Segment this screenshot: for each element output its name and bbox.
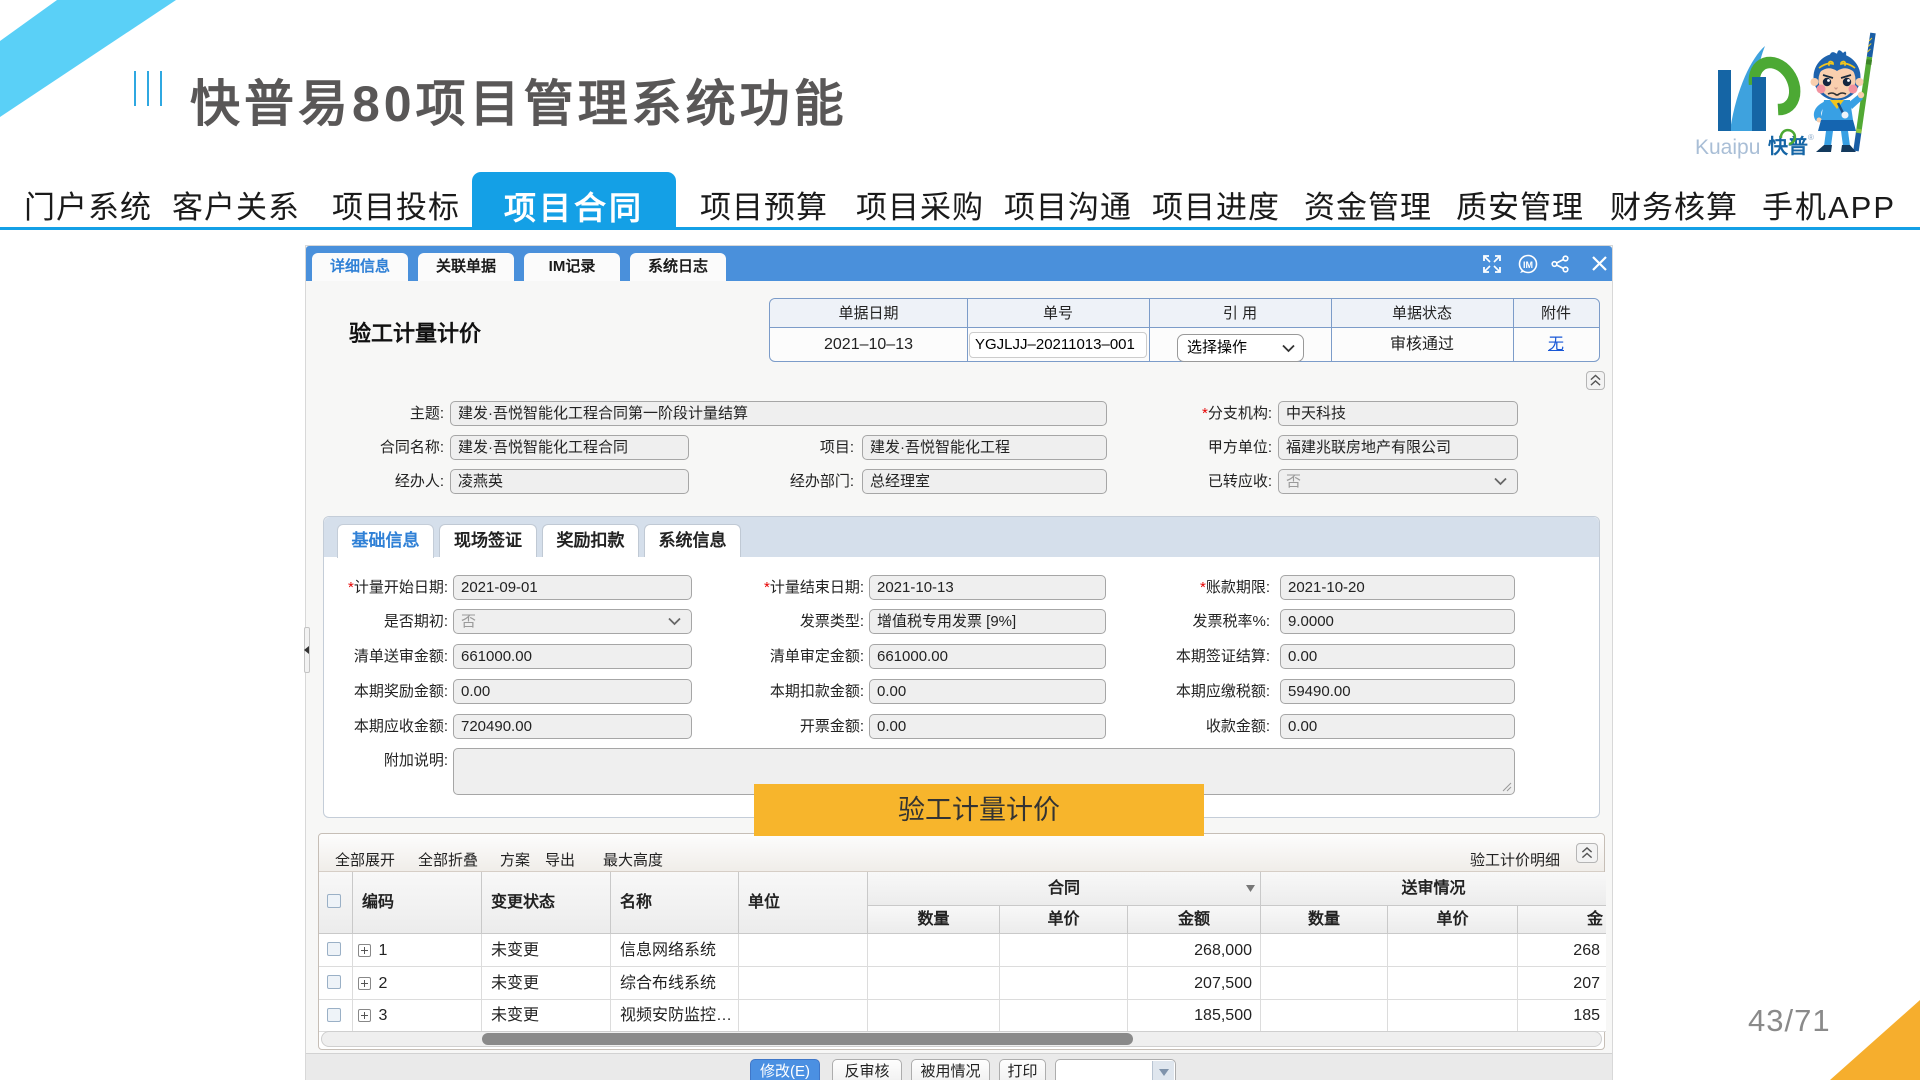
svg-text:IM: IM: [1523, 260, 1533, 270]
svg-text:Kuaipu: Kuaipu: [1695, 136, 1760, 159]
svg-text:®: ®: [1808, 133, 1814, 142]
svg-text:快普: 快普: [1768, 134, 1808, 158]
